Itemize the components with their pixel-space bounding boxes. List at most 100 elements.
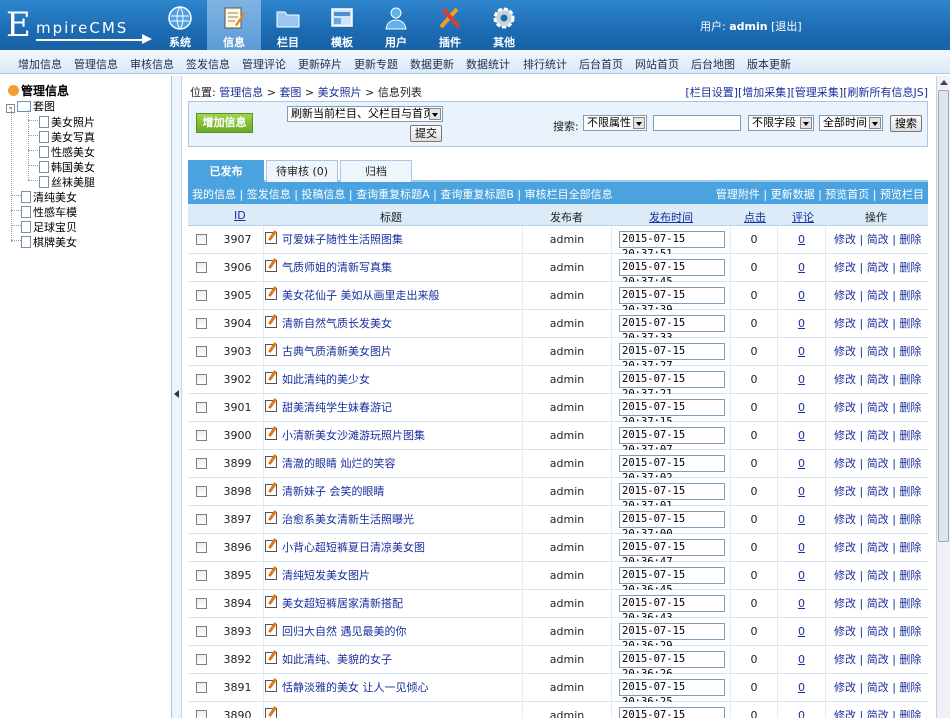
add-info-button[interactable]: 增加信息 xyxy=(196,113,253,133)
subnav-item[interactable]: 后台首页 xyxy=(579,56,623,72)
row-checkbox[interactable] xyxy=(196,374,207,385)
row-checkbox[interactable] xyxy=(196,626,207,637)
row-publish-time[interactable]: 2015-07-15 20:36:26 xyxy=(619,651,725,680)
row-title-link[interactable]: 恬静淡雅的美女 让人一见倾心 xyxy=(282,674,429,702)
tab-0[interactable]: 已发布 (1387) xyxy=(188,160,264,200)
row-ops-links[interactable]: 修改 | 简改 | 删除 xyxy=(834,506,921,534)
sidebar-item[interactable]: 清纯美女 xyxy=(21,189,77,205)
row-comments-link[interactable]: 0 xyxy=(778,310,826,338)
row-publish-time[interactable]: 2015-07-15 20:36:11 xyxy=(619,707,725,718)
column-settings-link[interactable]: [栏目设置] xyxy=(685,86,738,99)
row-ops-links[interactable]: 修改 | 简改 | 删除 xyxy=(834,702,921,718)
row-comments-link[interactable]: 0 xyxy=(778,450,826,478)
row-publish-time[interactable]: 2015-07-15 20:37:00 xyxy=(619,511,725,540)
row-comments-link[interactable]: 0 xyxy=(778,674,826,702)
row-publish-time[interactable]: 2015-07-15 20:36:43 xyxy=(619,595,725,624)
manage-collect-link[interactable]: [管理采集] xyxy=(791,86,844,99)
submit-button[interactable]: 提交 xyxy=(410,125,442,142)
row-comments-link[interactable]: 0 xyxy=(778,394,826,422)
sidebar-group[interactable]: - 套图 xyxy=(6,98,55,114)
row-ops-links[interactable]: 修改 | 简改 | 删除 xyxy=(834,226,921,254)
field-select[interactable]: 不限字段 xyxy=(748,115,814,131)
subnav-item[interactable]: 管理信息 xyxy=(74,56,118,72)
function-links-left[interactable]: 我的信息 | 签发信息 | 投稿信息 | 查询重复标题A | 查询重复标题B |… xyxy=(192,186,613,202)
time-select[interactable]: 全部时间 xyxy=(819,115,883,131)
refresh-js-link[interactable]: [刷新所有信息JS] xyxy=(843,86,928,99)
row-title-link[interactable]: 古典气质清新美女图片 xyxy=(282,338,392,366)
sidebar-item[interactable]: 性感车模 xyxy=(21,204,77,220)
subnav-item[interactable]: 增加信息 xyxy=(18,56,62,72)
row-ops-links[interactable]: 修改 | 简改 | 删除 xyxy=(834,478,921,506)
row-comments-link[interactable]: 0 xyxy=(778,422,826,450)
logout-link[interactable]: [退出] xyxy=(771,20,802,33)
sidebar-item[interactable]: 韩国美女 xyxy=(39,159,95,175)
sidebar-item[interactable]: 性感美女 xyxy=(39,144,95,160)
subnav-item[interactable]: 数据统计 xyxy=(466,56,510,72)
row-checkbox[interactable] xyxy=(196,542,207,553)
row-title-link[interactable]: 小清新美女沙滩游玩照片图集 xyxy=(282,422,425,450)
main-nav-notepad[interactable]: 信息 xyxy=(207,0,261,50)
row-comments-link[interactable]: 0 xyxy=(778,506,826,534)
row-title-link[interactable]: 可爱妹子随性生活照图集 xyxy=(282,226,403,254)
col-clicks-header[interactable]: 点击 xyxy=(744,209,766,225)
subnav-item[interactable]: 签发信息 xyxy=(186,56,230,72)
scroll-up-icon[interactable] xyxy=(940,80,948,85)
row-comments-link[interactable]: 0 xyxy=(778,338,826,366)
collapse-arrow-icon[interactable] xyxy=(174,390,179,398)
row-title-link[interactable]: 清纯短发美女图片 xyxy=(282,562,370,590)
row-checkbox[interactable] xyxy=(196,570,207,581)
row-checkbox[interactable] xyxy=(196,682,207,693)
row-comments-link[interactable]: 0 xyxy=(778,618,826,646)
breadcrumb-item[interactable]: 美女照片 xyxy=(318,86,362,99)
sidebar-splitter[interactable] xyxy=(172,76,182,718)
row-title-link[interactable]: 甜美清纯学生妹春游记 xyxy=(282,394,392,422)
row-ops-links[interactable]: 修改 | 简改 | 删除 xyxy=(834,450,921,478)
row-ops-links[interactable]: 修改 | 简改 | 删除 xyxy=(834,674,921,702)
row-checkbox[interactable] xyxy=(196,262,207,273)
search-input[interactable] xyxy=(653,115,741,131)
row-publish-time[interactable]: 2015-07-15 20:36:25 xyxy=(619,679,725,708)
refresh-select[interactable]: 刷新当前栏目、父栏目与首页 xyxy=(287,106,443,122)
sidebar-item[interactable]: 美女照片 xyxy=(39,114,95,130)
row-ops-links[interactable]: 修改 | 简改 | 删除 xyxy=(834,618,921,646)
row-checkbox[interactable] xyxy=(196,654,207,665)
row-checkbox[interactable] xyxy=(196,290,207,301)
vertical-scrollbar[interactable] xyxy=(936,76,950,718)
subnav-item[interactable]: 更新专题 xyxy=(354,56,398,72)
row-ops-links[interactable]: 修改 | 简改 | 删除 xyxy=(834,534,921,562)
row-comments-link[interactable]: 0 xyxy=(778,702,826,718)
scrollbar-thumb[interactable] xyxy=(938,90,949,542)
subnav-item[interactable]: 管理评论 xyxy=(242,56,286,72)
subnav-item[interactable]: 版本更新 xyxy=(747,56,791,72)
row-ops-links[interactable]: 修改 | 简改 | 删除 xyxy=(834,254,921,282)
row-comments-link[interactable]: 0 xyxy=(778,562,826,590)
row-publish-time[interactable]: 2015-07-15 20:37:33 xyxy=(619,315,725,344)
row-title-link[interactable]: 治愈系美女清新生活照曝光 xyxy=(282,506,414,534)
row-title-link[interactable]: 小背心超短裤夏日清凉美女图 xyxy=(282,534,425,562)
row-title-link[interactable]: 清澈的眼睛 灿烂的笑容 xyxy=(282,450,396,478)
search-button[interactable]: 搜索 xyxy=(890,115,922,132)
row-ops-links[interactable]: 修改 | 简改 | 删除 xyxy=(834,282,921,310)
row-ops-links[interactable]: 修改 | 简改 | 删除 xyxy=(834,562,921,590)
row-comments-link[interactable]: 0 xyxy=(778,534,826,562)
col-comments-header[interactable]: 评论 xyxy=(792,209,814,225)
row-publish-time[interactable]: 2015-07-15 20:37:39 xyxy=(619,287,725,316)
tab-1[interactable]: 待审核 (0) xyxy=(266,160,338,182)
row-title-link[interactable]: 气质师姐的清新写真集 xyxy=(282,254,392,282)
sidebar-root[interactable]: 管理信息 xyxy=(8,82,69,99)
row-publish-time[interactable]: 2015-07-15 20:36:29 xyxy=(619,623,725,652)
row-comments-link[interactable]: 0 xyxy=(778,226,826,254)
row-comments-link[interactable]: 0 xyxy=(778,366,826,394)
row-comments-link[interactable]: 0 xyxy=(778,282,826,310)
row-ops-links[interactable]: 修改 | 简改 | 删除 xyxy=(834,338,921,366)
row-checkbox[interactable] xyxy=(196,402,207,413)
row-title-link[interactable]: 如此清纯、美貌的女子 xyxy=(282,646,392,674)
breadcrumb-item[interactable]: 管理信息 xyxy=(219,86,263,99)
subnav-item[interactable]: 更新碎片 xyxy=(298,56,342,72)
row-title-link[interactable]: 回归大自然 遇见最美的你 xyxy=(282,618,407,646)
row-comments-link[interactable]: 0 xyxy=(778,590,826,618)
main-nav-globe[interactable]: 系统 xyxy=(153,0,207,50)
row-publish-time[interactable]: 2015-07-15 20:37:27 xyxy=(619,343,725,372)
row-checkbox[interactable] xyxy=(196,710,207,718)
row-publish-time[interactable]: 2015-07-15 20:37:02 xyxy=(619,455,725,484)
